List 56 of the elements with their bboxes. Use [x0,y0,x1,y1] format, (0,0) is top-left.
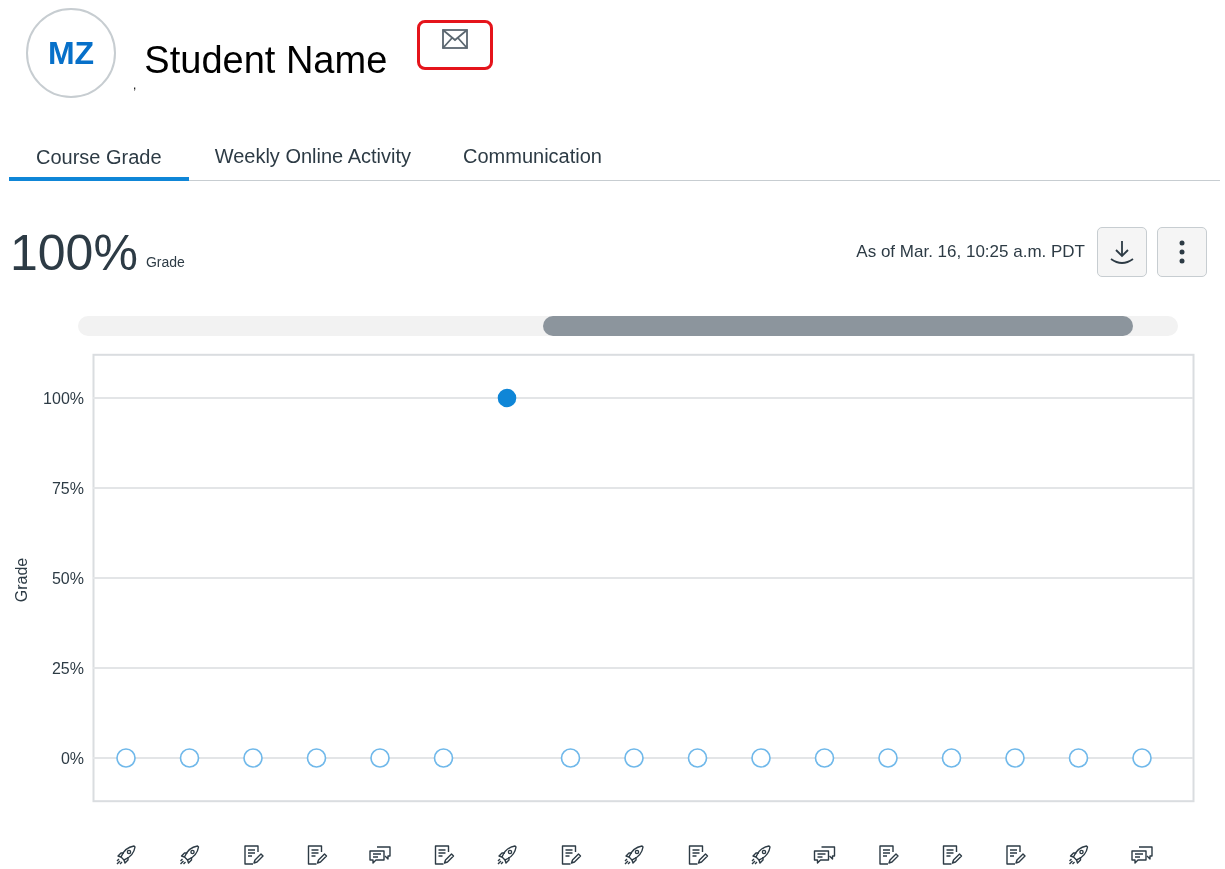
grade-point[interactable] [814,748,835,768]
vertical-dots-icon [1179,240,1185,264]
chart-scrollbar[interactable] [78,316,1178,336]
y-tick-label: 75% [51,480,84,497]
tab[interactable]: Course Grade [9,112,189,181]
message-button[interactable] [417,20,494,70]
y-tick-label: 50% [51,570,84,587]
rocket-icon [624,845,644,865]
document-edit-icon [434,845,455,865]
grade-point[interactable] [243,748,263,768]
download-button[interactable] [1097,227,1147,277]
grade-point[interactable] [1068,748,1089,768]
envelope-icon [442,29,469,49]
more-options-button[interactable] [1157,227,1207,277]
document-edit-icon [942,845,963,865]
grade-point[interactable] [687,748,708,768]
as-of-timestamp: As of Mar. 16, 10:25 a.m. PDT [856,241,1085,264]
grade-point[interactable] [878,748,898,768]
chat-bubbles-icon [813,846,836,864]
grade-point[interactable] [497,388,517,408]
y-axis-label: Grade [13,557,30,603]
tab[interactable]: Communication [437,112,628,180]
document-edit-icon [688,845,709,865]
document-edit-icon [561,845,582,865]
y-tick-label: 0% [60,750,84,767]
grade-caption: Grade [145,253,185,272]
document-edit-icon [244,845,264,865]
grade-point[interactable] [1005,748,1025,768]
student-name: Student Name [144,38,388,82]
grade-point[interactable] [306,748,327,768]
rocket-icon [1068,845,1089,865]
stray-comma: , [133,77,137,94]
grade-point[interactable] [179,748,200,768]
grade-percent: 100% [10,227,138,279]
document-edit-icon [307,845,328,865]
grade-point[interactable] [433,748,454,768]
y-tick-label: 25% [51,660,84,677]
document-edit-icon [1006,845,1026,865]
rocket-icon [179,845,200,865]
grade-point[interactable] [941,748,962,768]
grade-point[interactable] [751,748,771,768]
download-icon [1109,239,1135,265]
y-tick-label: 100% [43,390,84,407]
chat-bubbles-icon [1131,846,1153,864]
grade-point[interactable] [370,748,390,768]
grade-point[interactable] [624,748,644,768]
avatar: MZ [26,8,116,98]
rocket-icon [116,845,136,865]
document-edit-icon [879,845,899,865]
tab[interactable]: Weekly Online Activity [188,112,437,180]
grade-point[interactable] [1132,748,1152,768]
grade-point[interactable] [560,748,581,768]
rocket-icon [497,845,517,865]
grade-point[interactable] [116,748,136,768]
rocket-icon [751,845,771,865]
chat-bubbles-icon [369,846,391,864]
